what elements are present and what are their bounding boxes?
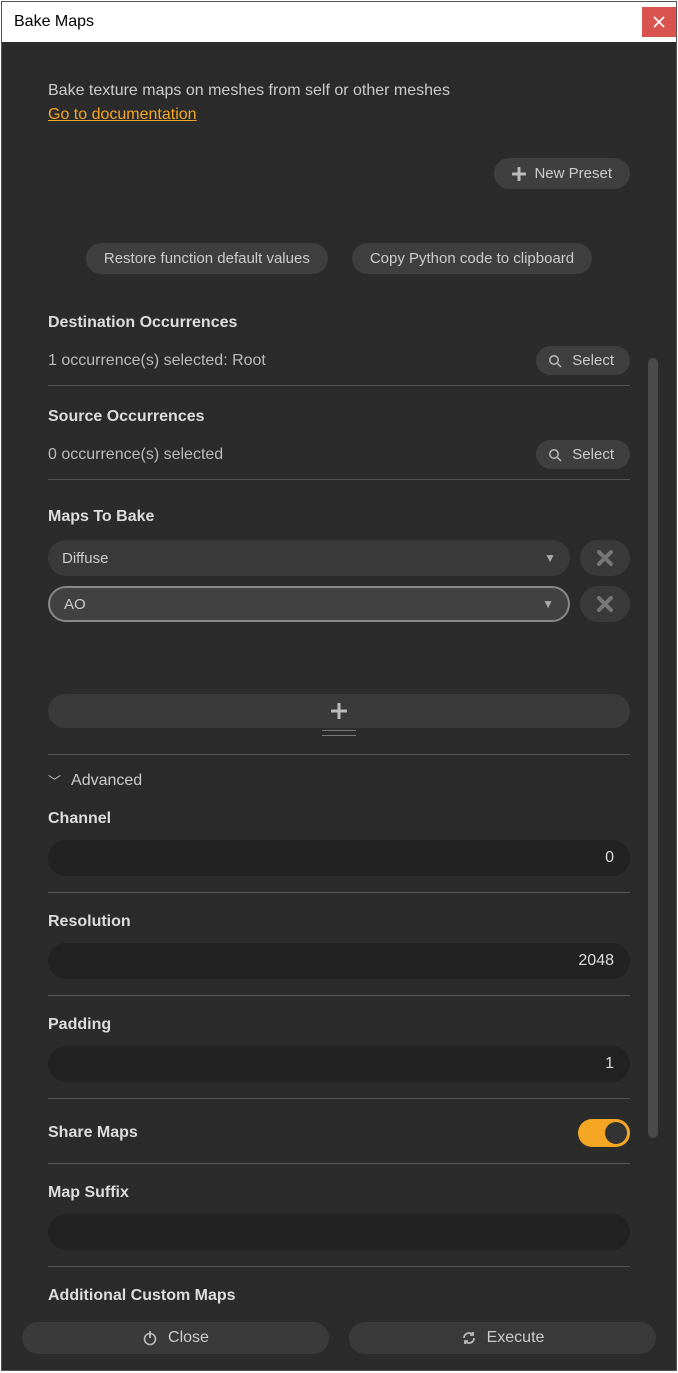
close-icon (653, 16, 665, 28)
remove-map-button[interactable] (580, 586, 630, 622)
remove-icon (597, 550, 613, 566)
documentation-link[interactable]: Go to documentation (48, 106, 197, 124)
destination-select-button[interactable]: Select (536, 346, 630, 375)
execute-label: Execute (487, 1329, 545, 1347)
toggle-knob (605, 1122, 627, 1144)
restore-defaults-button[interactable]: Restore function default values (86, 243, 328, 274)
share-maps-label: Share Maps (48, 1124, 138, 1142)
search-icon (548, 448, 562, 462)
window-title: Bake Maps (14, 13, 94, 31)
description-text: Bake texture maps on meshes from self or… (48, 82, 630, 100)
refresh-icon (461, 1330, 477, 1346)
select-label: Select (572, 446, 614, 463)
padding-input[interactable]: 1 (48, 1046, 630, 1082)
padding-label: Padding (48, 1016, 630, 1034)
channel-input[interactable]: 0 (48, 840, 630, 876)
close-label: Close (168, 1329, 209, 1347)
custom-maps-title: Additional Custom Maps (48, 1287, 630, 1305)
chevron-down-icon: ▼ (544, 551, 556, 565)
map-select-label: Diffuse (62, 550, 108, 567)
titlebar: Bake Maps (2, 2, 676, 42)
footer: Close Execute (2, 1314, 676, 1370)
separator (48, 892, 630, 893)
close-button[interactable]: Close (22, 1322, 329, 1354)
share-maps-toggle[interactable] (578, 1119, 630, 1147)
map-suffix-label: Map Suffix (48, 1184, 630, 1202)
new-preset-button[interactable]: New Preset (494, 158, 630, 189)
search-icon (548, 354, 562, 368)
copy-code-label: Copy Python code to clipboard (370, 250, 574, 267)
advanced-label: Advanced (71, 772, 142, 790)
separator (48, 1266, 630, 1267)
destination-occurrences-title: Destination Occurrences (48, 314, 630, 332)
content-area: Bake texture maps on meshes from self or… (2, 42, 676, 1314)
power-icon (142, 1330, 158, 1346)
source-occurrences-text: 0 occurrence(s) selected (48, 446, 223, 464)
source-select-button[interactable]: Select (536, 440, 630, 469)
remove-map-button[interactable] (580, 540, 630, 576)
restore-label: Restore function default values (104, 250, 310, 267)
separator (48, 995, 630, 996)
close-window-button[interactable] (642, 7, 676, 37)
execute-button[interactable]: Execute (349, 1322, 656, 1354)
add-map-button[interactable] (48, 694, 630, 728)
source-occurrences-title: Source Occurrences (48, 408, 630, 426)
map-select-label: AO (64, 596, 86, 613)
remove-icon (597, 596, 613, 612)
channel-label: Channel (48, 810, 630, 828)
chevron-down-icon: ▼ (542, 597, 554, 611)
bake-maps-window: Bake Maps Bake texture maps on meshes fr… (1, 1, 677, 1371)
resolution-label: Resolution (48, 913, 630, 931)
separator (48, 754, 630, 755)
plus-icon (331, 703, 347, 719)
select-label: Select (572, 352, 614, 369)
new-preset-label: New Preset (534, 165, 612, 182)
scrollbar[interactable] (648, 358, 658, 1138)
resize-grip[interactable] (322, 730, 356, 736)
maps-to-bake-title: Maps To Bake (48, 508, 630, 526)
copy-python-button[interactable]: Copy Python code to clipboard (352, 243, 592, 274)
padding-value: 1 (605, 1055, 614, 1073)
resolution-value: 2048 (578, 952, 614, 970)
separator (48, 1098, 630, 1099)
destination-occurrences-text: 1 occurrence(s) selected: Root (48, 352, 266, 370)
chevron-down-icon: ﹀ (48, 771, 61, 790)
resolution-input[interactable]: 2048 (48, 943, 630, 979)
map-suffix-input[interactable] (48, 1214, 630, 1250)
separator (48, 1163, 630, 1164)
channel-value: 0 (605, 849, 614, 867)
plus-icon (512, 167, 526, 181)
advanced-toggle[interactable]: ﹀ Advanced (48, 771, 630, 790)
map-select-ao[interactable]: AO ▼ (48, 586, 570, 622)
map-select-diffuse[interactable]: Diffuse ▼ (48, 540, 570, 576)
